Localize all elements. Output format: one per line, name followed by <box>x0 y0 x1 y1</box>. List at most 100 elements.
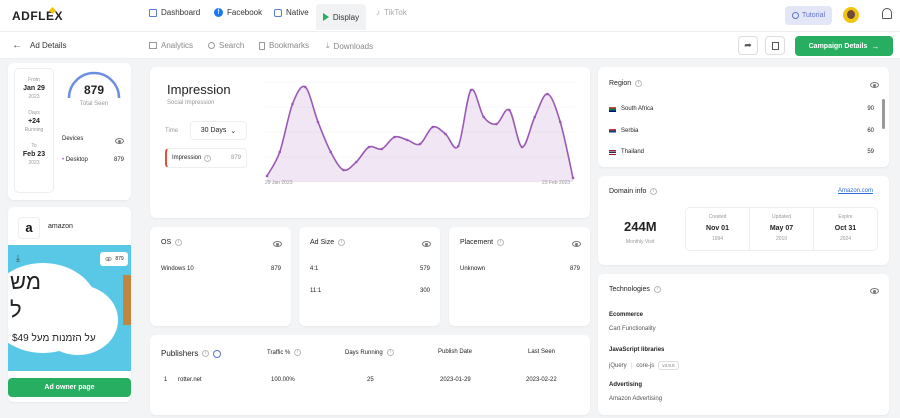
download-icon-ad[interactable]: ⤓ <box>16 253 20 264</box>
tech-ads-label: Advertising <box>609 382 643 388</box>
native-icon <box>274 8 282 17</box>
devices-label: Devices <box>62 136 84 142</box>
impression-point[interactable] <box>380 147 384 151</box>
os-card: OS i Windows 10 879 <box>150 227 291 326</box>
placement-card: Placement i Unknown 879 <box>449 227 590 326</box>
tech-card: Technologies i Ecommerce Cart Functionali… <box>598 274 889 415</box>
ad-owner-button[interactable]: Ad owner page <box>8 378 131 397</box>
impression-point[interactable] <box>482 115 486 119</box>
chevron-down-icon: ⌄ <box>230 127 237 135</box>
eye-icon <box>105 256 112 262</box>
info-icon: i <box>202 350 210 357</box>
table-row[interactable]: 1 rotter.net 100.00% 25 2023-01-29 2023-… <box>158 372 583 390</box>
ad-offer-text: על הזמנות מעל $49 <box>12 333 96 344</box>
tab-display[interactable]: Display <box>316 4 366 30</box>
ad-cloud-shape-2 <box>38 285 118 355</box>
flag-south-africa-icon <box>609 106 616 112</box>
expire-col: Expire Oct 31 2024 <box>834 214 857 242</box>
impression-point[interactable] <box>291 102 294 106</box>
avatar[interactable] <box>843 7 859 23</box>
subnav-search[interactable]: Search <box>208 41 244 50</box>
impression-point[interactable] <box>469 88 473 92</box>
domain-link[interactable]: Amazon.com <box>838 188 873 194</box>
col-publish: Publish Date <box>438 349 473 355</box>
range-select[interactable]: 30 Days ⌄ <box>190 121 247 140</box>
devices-eye-icon[interactable] <box>115 138 124 144</box>
col-last: Last Seen <box>528 349 556 355</box>
tab-tiktok[interactable]: ♪ TikTok <box>376 8 407 17</box>
bookmark-icon <box>259 41 265 50</box>
row-publish: 2023-01-29 <box>440 377 471 383</box>
tutorial-button[interactable]: Tutorial <box>785 6 832 25</box>
subnav-analytics[interactable]: Analytics <box>149 41 193 50</box>
subnav-bookmarks[interactable]: Bookmarks <box>259 41 309 50</box>
impression-point[interactable] <box>303 85 307 89</box>
impression-point[interactable] <box>507 108 511 112</box>
placement-eye-icon[interactable] <box>572 241 581 247</box>
impression-area <box>267 86 573 182</box>
impression-point[interactable] <box>571 176 575 180</box>
publishers-list-icon[interactable] <box>213 349 222 358</box>
region-eye-icon[interactable] <box>870 82 879 88</box>
ad-creative[interactable]: ⤓ 879 מש ל על הזמנות מעל $49 <box>8 245 131 371</box>
impression-point[interactable] <box>342 168 345 172</box>
region-row: Serbia 60 <box>609 128 874 134</box>
tech-ecommerce-item: Cart Functionality <box>609 326 656 332</box>
impression-point[interactable] <box>329 150 333 154</box>
impression-point[interactable] <box>405 138 409 142</box>
ad-orange-strip <box>123 275 131 325</box>
domain-dates-box: Created Nov 01 1994 Updated May 07 2019 … <box>685 207 878 251</box>
impression-point[interactable] <box>367 145 371 149</box>
impression-point[interactable] <box>316 120 320 124</box>
play-circle-icon <box>791 12 799 19</box>
tech-ads-item: Amazon Advertising <box>609 396 663 402</box>
time-label: Time <box>165 128 179 134</box>
ad-view-badge: 879 <box>100 252 128 266</box>
impression-point[interactable] <box>495 122 498 126</box>
region-scrollbar[interactable] <box>882 99 885 129</box>
download-icon: ⤓ <box>326 41 330 50</box>
info-icon: i <box>653 286 661 293</box>
adsize-title: Ad Size i <box>310 239 346 246</box>
subnav-downloads[interactable]: ⤓ Downloads <box>326 41 373 51</box>
impression-point[interactable] <box>558 120 562 124</box>
os-row: Windows 10 879 <box>161 266 281 272</box>
impression-point[interactable] <box>393 135 396 139</box>
arrow-left-icon: ← <box>12 40 22 51</box>
impression-point[interactable] <box>265 174 269 178</box>
save-button[interactable] <box>765 36 785 55</box>
arrow-right-icon: → <box>871 41 880 51</box>
impression-point[interactable] <box>278 150 282 154</box>
share-button[interactable]: ➦ <box>738 36 758 55</box>
impression-point[interactable] <box>520 145 524 149</box>
tab-native[interactable]: Native <box>274 8 309 17</box>
campaign-details-button[interactable]: Campaign Details → <box>795 36 893 56</box>
tab-facebook[interactable]: f Facebook <box>214 8 262 17</box>
bell-icon[interactable] <box>882 8 892 19</box>
info-icon: i <box>635 80 643 87</box>
ad-preview-card: a amazon ⤓ 879 מש ל על הזמנות מעל $49 Ad… <box>8 207 131 402</box>
region-row: South Africa 90 <box>609 106 874 112</box>
impression-legend[interactable]: Impression i 879 <box>165 148 247 168</box>
os-eye-icon[interactable] <box>273 241 282 247</box>
adsize-eye-icon[interactable] <box>422 241 431 247</box>
top-bar: ADFLEX Dashboard f Facebook Native Displ… <box>0 0 900 32</box>
region-card: Region i South Africa 90 Serbia 60 Thaila… <box>598 67 889 167</box>
impression-point[interactable] <box>418 142 422 146</box>
impression-point[interactable] <box>546 92 549 96</box>
impression-chart <box>265 81 575 183</box>
x-start-label: 29 Jan 2023 <box>265 180 293 186</box>
impression-point[interactable] <box>533 115 537 119</box>
tech-eye-icon[interactable] <box>870 288 879 294</box>
info-icon: i <box>650 188 658 195</box>
tab-dashboard[interactable]: Dashboard <box>149 8 200 17</box>
impression-point[interactable] <box>444 132 447 136</box>
tech-js-label: JavaScript libraries <box>609 347 665 353</box>
impression-point[interactable] <box>431 125 435 129</box>
impression-point[interactable] <box>456 144 460 148</box>
advertiser-name: amazon <box>48 223 73 230</box>
impression-point[interactable] <box>354 160 358 164</box>
back-button[interactable]: ← Ad Details <box>12 40 66 51</box>
device-row: • Desktop 879 <box>62 157 124 163</box>
total-seen-value: 879 <box>83 83 105 97</box>
